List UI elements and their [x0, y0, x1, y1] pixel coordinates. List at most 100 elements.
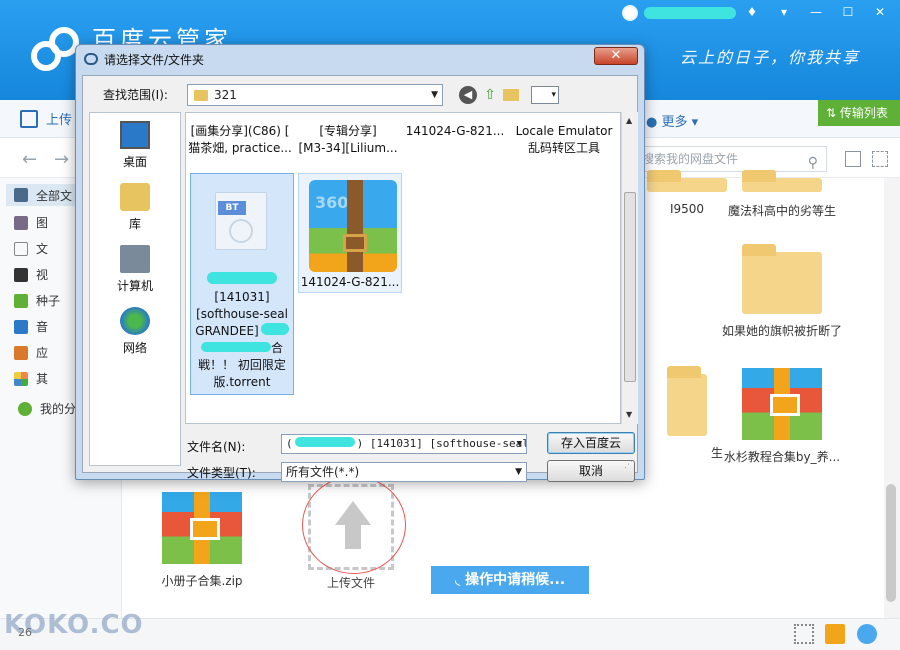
filename-input[interactable]: () [141031] [softhouse-seal ▼ — [281, 434, 527, 454]
list-item[interactable]: 如果她的旗帜被折断了 — [717, 244, 847, 339]
sidebar-item-label: 种子 — [36, 294, 61, 308]
scroll-up-icon[interactable]: ▲ — [626, 116, 632, 125]
lookin-label: 查找范围(I): — [103, 88, 168, 102]
save-to-cloud-button[interactable]: 存入百度云 — [547, 432, 635, 454]
file-name: 魔法科高中的劣等生 — [727, 204, 836, 218]
search-input[interactable]: 搜索我的网盘文件 ⚲ — [635, 146, 827, 172]
sidebar-item-music[interactable]: 音 — [14, 318, 48, 335]
sidebar-item-apps[interactable]: 应 — [14, 344, 48, 361]
close-icon[interactable]: ✕ — [866, 2, 894, 22]
sidebar-item-images[interactable]: 图 — [14, 214, 48, 231]
place-label: 库 — [128, 217, 141, 231]
filetype-select[interactable]: 所有文件(*.*) ▼ — [281, 462, 527, 482]
main-scrollbar-thumb[interactable] — [886, 484, 896, 602]
bt-icon — [14, 293, 28, 308]
computer-icon — [120, 245, 150, 273]
folder-icon — [667, 366, 707, 436]
file-name: 合 — [270, 341, 283, 355]
progress-status-button: ◟ 操作中请稍候... — [431, 566, 589, 594]
lookin-dropdown[interactable]: 321 ▼ — [187, 84, 443, 106]
zip-strap — [347, 180, 363, 272]
app-icon — [14, 345, 28, 360]
notification-icon[interactable]: ♦ — [738, 2, 766, 22]
list-item[interactable]: Locale Emulator 乱码转区工具 — [508, 123, 620, 157]
lock-icon[interactable] — [857, 624, 877, 644]
file-name: [画集分享](C86) [ — [190, 124, 290, 138]
chevron-down-icon[interactable]: ▼ — [517, 435, 522, 453]
list-item[interactable]: 水杉教程合集by_养... — [717, 368, 847, 465]
file-name: 小册子合集.zip — [161, 574, 243, 588]
music-icon — [14, 319, 28, 334]
list-item[interactable]: [画集分享](C86) [ 猫茶畑, practice... — [188, 123, 292, 157]
cloud-logo-icon — [31, 27, 79, 71]
avatar[interactable] — [622, 5, 638, 21]
upload-tray-icon[interactable] — [825, 624, 845, 644]
sidebar-item-label: 视 — [36, 268, 49, 282]
list-item-selected[interactable]: BT [141031] [softhouse-seal GRANDEE] 合 戦… — [190, 173, 294, 395]
transfer-list-button[interactable]: ⇅ 传输列表 — [818, 100, 900, 126]
upload-label: 上传 — [46, 113, 73, 128]
sidebar-item-other[interactable]: 其 — [14, 370, 48, 387]
place-label: 网络 — [122, 341, 147, 355]
list-item[interactable]: [专辑分享] [M3-34][Lilium... — [296, 123, 400, 157]
sidebar-item-torrent[interactable]: 种子 — [14, 292, 60, 309]
document-icon — [14, 241, 28, 256]
file-name: [softhouse-seal — [196, 307, 288, 321]
scroll-down-icon[interactable]: ▼ — [626, 410, 632, 419]
file-name: 版.torrent — [213, 375, 271, 389]
file-name: [M3-34][Lilium... — [298, 141, 398, 155]
file-name: 141024-G-821... — [405, 124, 505, 138]
place-libraries[interactable]: 库 — [90, 183, 180, 232]
sidebar-item-label: 音 — [36, 320, 49, 334]
file-name: 戦！！ 初回限定 — [198, 358, 286, 372]
image-icon — [14, 215, 28, 230]
grid-icon[interactable] — [794, 624, 814, 644]
more-button[interactable]: ● 更多 ▾ — [646, 111, 698, 130]
sidebar-item-video[interactable]: 视 — [14, 266, 48, 283]
desktop-icon — [120, 121, 150, 149]
sidebar-item-docs[interactable]: 文 — [14, 240, 48, 257]
back-arrow-icon[interactable]: ← — [22, 149, 37, 170]
highlight-circle — [302, 476, 406, 574]
new-folder-icon[interactable] — [503, 89, 519, 101]
file-name: [专辑分享] — [319, 124, 377, 138]
folder-icon — [742, 244, 822, 314]
list-view-icon[interactable] — [845, 151, 861, 167]
minimize-icon[interactable]: — — [802, 2, 830, 22]
sidebar-item-my-shares[interactable]: 我的分 — [18, 400, 76, 417]
scrollbar-thumb[interactable] — [624, 192, 636, 382]
transfer-label: 传输列表 — [839, 106, 888, 120]
filetype-label: 文件类型(T): — [187, 466, 256, 480]
list-item[interactable]: 141024-G-821... — [400, 123, 510, 140]
place-desktop[interactable]: 桌面 — [90, 121, 180, 170]
file-list-scrollbar[interactable]: ▲ ▼ — [621, 112, 638, 424]
user-area[interactable] — [622, 4, 736, 22]
dialog-close-button[interactable]: ✕ — [594, 47, 638, 65]
place-computer[interactable]: 计算机 — [90, 245, 180, 294]
list-item[interactable]: 小册子合集.zip — [137, 492, 267, 589]
upload-button[interactable]: 上传 — [20, 109, 72, 128]
network-icon — [120, 307, 150, 335]
sidebar-item-label: 文 — [36, 242, 49, 256]
zip-archive-icon — [742, 368, 822, 440]
view-menu-icon[interactable]: ▾ — [531, 86, 559, 104]
list-item[interactable]: 魔法科高中的劣等生 — [717, 170, 847, 219]
place-network[interactable]: 网络 — [90, 307, 180, 356]
more-label: 更多 — [661, 115, 688, 130]
sidebar-item-label: 应 — [36, 346, 49, 360]
menu-chevron-icon[interactable]: ▾ — [770, 2, 798, 22]
file-name: 乱码转区工具 — [527, 141, 600, 155]
place-label: 计算机 — [116, 279, 153, 293]
file-name: Locale Emulator — [515, 124, 613, 138]
maximize-icon[interactable]: ☐ — [834, 2, 862, 22]
grid-view-icon[interactable] — [872, 151, 888, 167]
dialog-titlebar[interactable]: 请选择文件/文件夹 ✕ — [76, 45, 644, 73]
cancel-button[interactable]: 取消 — [547, 460, 635, 482]
list-item[interactable]: 360 141024-G-821... — [298, 173, 402, 293]
search-icon[interactable]: ⚲ — [808, 151, 818, 175]
back-icon[interactable]: ◀ — [459, 86, 477, 104]
resize-grip-icon[interactable]: ⋰ — [624, 460, 633, 470]
place-label: 桌面 — [122, 155, 147, 169]
forward-arrow-icon[interactable]: → — [54, 149, 69, 170]
up-folder-icon[interactable]: ⇧ — [481, 86, 499, 104]
